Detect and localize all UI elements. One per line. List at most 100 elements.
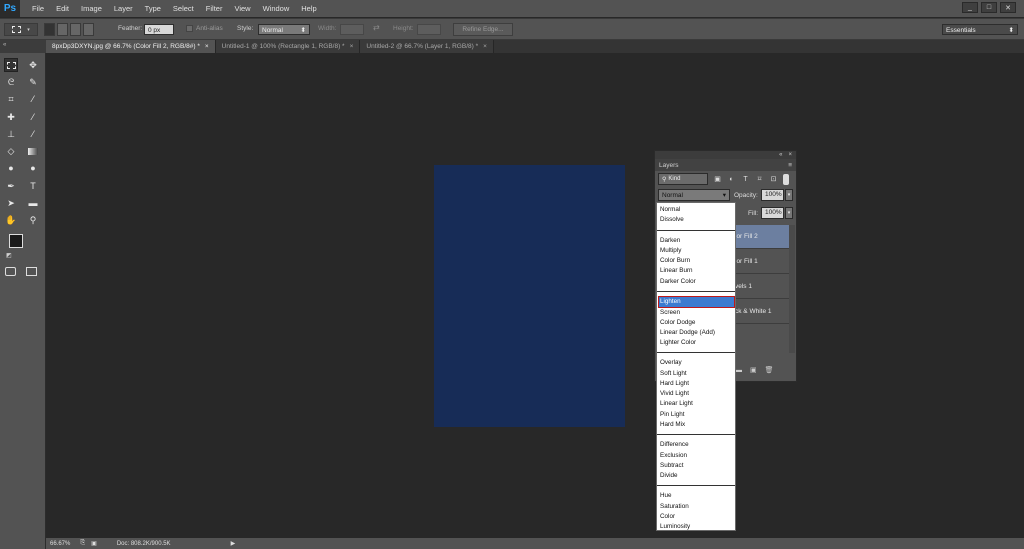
opacity-input[interactable]: 100%: [761, 189, 784, 201]
blend-option[interactable]: Hue: [659, 491, 734, 501]
path-selection-icon[interactable]: ➤: [4, 196, 18, 210]
status-menu-arrow-icon[interactable]: ▶: [231, 540, 236, 547]
new-group-icon[interactable]: ▬: [735, 367, 742, 374]
blend-option[interactable]: Difference: [659, 440, 734, 450]
collapse-panel-icon[interactable]: «: [779, 152, 782, 158]
blend-option[interactable]: Color Dodge: [659, 318, 734, 328]
menu-image[interactable]: Image: [75, 0, 108, 17]
eraser-icon[interactable]: ◇: [4, 144, 18, 158]
menu-layer[interactable]: Layer: [108, 0, 139, 17]
new-layer-icon[interactable]: ▣: [750, 366, 757, 374]
minimize-button[interactable]: _: [962, 2, 978, 13]
layer-row[interactable]: vels 1: [731, 275, 789, 299]
menu-file[interactable]: File: [26, 0, 50, 17]
blend-option[interactable]: Linear Light: [659, 399, 734, 409]
intersect-selection-icon[interactable]: [83, 23, 94, 36]
blend-option[interactable]: Lighter Color: [659, 338, 734, 348]
swap-icon[interactable]: ⇄: [373, 23, 380, 32]
close-panel-icon[interactable]: ×: [788, 152, 792, 158]
rectangular-marquee-icon[interactable]: [4, 58, 18, 72]
width-input[interactable]: [340, 24, 364, 35]
layers-scrollbar[interactable]: [789, 225, 795, 353]
smart-object-filter-icon[interactable]: ⊡: [769, 175, 778, 184]
shape-filter-icon[interactable]: ⌑: [755, 175, 764, 184]
menu-help[interactable]: Help: [295, 0, 322, 17]
blend-option[interactable]: Luminosity: [659, 522, 734, 532]
blend-option[interactable]: Soft Light: [659, 369, 734, 379]
blend-option[interactable]: Linear Burn: [659, 266, 734, 276]
zoom-icon[interactable]: ⚲: [26, 213, 40, 227]
menu-select[interactable]: Select: [167, 0, 200, 17]
adjustment-filter-icon[interactable]: ◐: [727, 175, 736, 184]
blend-option[interactable]: Color Burn: [659, 256, 734, 266]
kind-filter-select[interactable]: ⚲ Kind: [658, 173, 708, 185]
layer-row[interactable]: lor Fill 2: [731, 225, 789, 249]
blend-option[interactable]: Dissolve: [659, 215, 734, 225]
lasso-icon[interactable]: ᘓ: [4, 75, 18, 89]
pixel-filter-icon[interactable]: ▣: [713, 175, 722, 184]
type-icon[interactable]: T: [26, 179, 40, 193]
blend-option[interactable]: Pin Light: [659, 410, 734, 420]
layer-row[interactable]: ck & White 1: [731, 300, 789, 324]
maximize-button[interactable]: □: [981, 2, 997, 13]
blend-option[interactable]: Darken: [659, 236, 734, 246]
height-input[interactable]: [417, 24, 441, 35]
spot-healing-icon[interactable]: ✚: [4, 110, 18, 124]
blend-option[interactable]: Saturation: [659, 502, 734, 512]
default-colors-icon[interactable]: ◩: [6, 252, 12, 259]
pen-icon[interactable]: ✒: [4, 179, 18, 193]
quick-selection-icon[interactable]: ✎: [26, 75, 40, 89]
zoom-level[interactable]: 66.67%: [50, 541, 70, 547]
type-filter-icon[interactable]: T: [741, 175, 750, 184]
rectangle-shape-icon[interactable]: ▬: [26, 196, 40, 210]
close-icon[interactable]: ×: [483, 43, 487, 50]
blend-option[interactable]: Exclusion: [659, 451, 734, 461]
collapse-toolbar-icon[interactable]: «: [3, 42, 6, 48]
history-brush-icon[interactable]: ⁄: [26, 127, 40, 141]
opacity-slider-arrow-icon[interactable]: ▾: [785, 189, 793, 201]
menu-filter[interactable]: Filter: [200, 0, 229, 17]
menu-view[interactable]: View: [228, 0, 256, 17]
blend-option[interactable]: Hard Light: [659, 379, 734, 389]
fill-input[interactable]: 100%: [761, 207, 784, 219]
canvas-area[interactable]: [46, 53, 1024, 538]
menu-type[interactable]: Type: [139, 0, 167, 17]
blend-mode-select[interactable]: Normal ▾: [658, 189, 730, 201]
document-tab[interactable]: Untitled-1 @ 100% (Rectangle 1, RGB/8) *…: [215, 40, 361, 53]
subtract-selection-icon[interactable]: [70, 23, 81, 36]
refine-edge-button[interactable]: Refine Edge...: [453, 23, 513, 36]
blend-option[interactable]: Subtract: [659, 461, 734, 471]
brush-icon[interactable]: ⁄: [26, 110, 40, 124]
document-canvas[interactable]: [434, 165, 625, 427]
blend-option[interactable]: Color: [659, 512, 734, 522]
blend-option[interactable]: Divide: [659, 471, 734, 481]
menu-window[interactable]: Window: [257, 0, 296, 17]
new-selection-icon[interactable]: [44, 23, 55, 36]
close-icon[interactable]: ×: [205, 43, 209, 50]
layer-row[interactable]: lor Fill 1: [731, 250, 789, 274]
export-icon[interactable]: ⎘: [80, 540, 85, 547]
fill-slider-arrow-icon[interactable]: ▾: [785, 207, 793, 219]
layers-panel-title[interactable]: Layers: [659, 162, 679, 169]
add-selection-icon[interactable]: [57, 23, 68, 36]
blend-option[interactable]: Screen: [659, 308, 734, 318]
hand-icon[interactable]: ✋: [4, 213, 18, 227]
blend-option[interactable]: Overlay: [659, 358, 734, 368]
dodge-icon[interactable]: ●: [26, 161, 40, 175]
document-tab[interactable]: Untitled-2 @ 66.7% (Layer 1, RGB/8) * ×: [360, 40, 494, 53]
screen-mode-icon[interactable]: [26, 267, 37, 276]
gradient-icon[interactable]: [26, 144, 40, 158]
close-icon[interactable]: ×: [350, 43, 354, 50]
blend-option[interactable]: Multiply: [659, 246, 734, 256]
quick-mask-icon[interactable]: [5, 267, 16, 276]
close-window-button[interactable]: ✕: [1000, 2, 1016, 13]
delete-layer-icon[interactable]: 🗑: [765, 366, 774, 374]
style-select[interactable]: Normal ⬍: [258, 24, 310, 35]
anti-alias-checkbox[interactable]: [186, 25, 193, 32]
menu-edit[interactable]: Edit: [50, 0, 75, 17]
eyedropper-icon[interactable]: ⁄: [26, 92, 40, 106]
blend-option[interactable]: Normal: [659, 205, 734, 215]
blur-icon[interactable]: ●: [4, 161, 18, 175]
workspace-select[interactable]: Essentials ⬍: [942, 24, 1018, 35]
filter-toggle[interactable]: [783, 173, 789, 185]
